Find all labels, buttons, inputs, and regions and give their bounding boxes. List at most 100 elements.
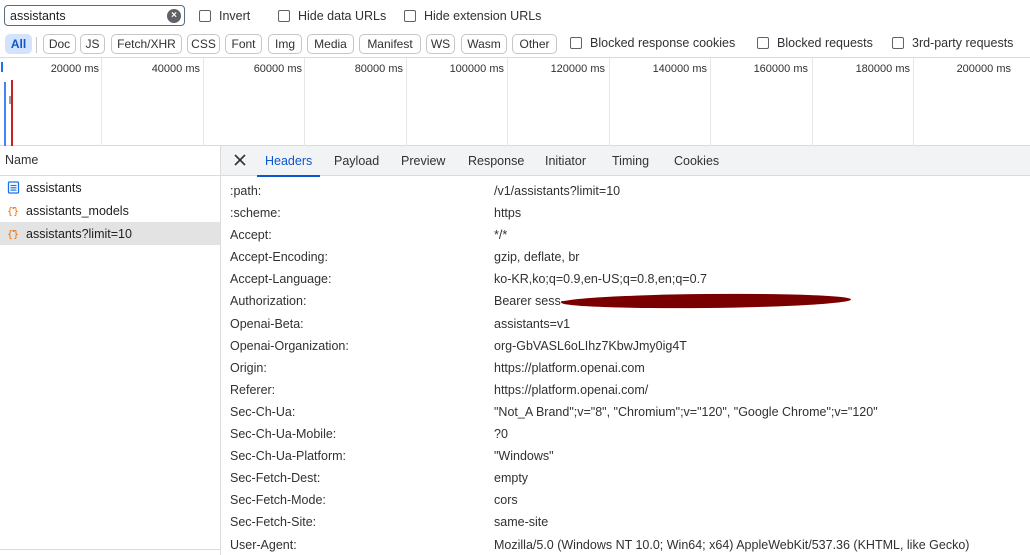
header-row: Sec-Ch-Ua-Mobile: ?0 bbox=[221, 424, 1030, 446]
header-value: assistants=v1 bbox=[494, 316, 571, 331]
divider bbox=[0, 549, 220, 550]
third-party-requests-checkbox[interactable]: 3rd-party requests bbox=[892, 36, 1013, 50]
filter-css-button[interactable]: CSS bbox=[187, 34, 220, 54]
tick-line bbox=[710, 58, 711, 146]
header-row: Accept-Encoding: gzip, deflate, br bbox=[221, 247, 1030, 269]
filter-all-button[interactable]: All bbox=[5, 34, 32, 54]
header-key: :scheme: bbox=[230, 206, 281, 221]
header-row: Sec-Fetch-Dest: empty bbox=[221, 468, 1030, 490]
request-row-assistants-models[interactable]: {} assistants_models bbox=[0, 199, 220, 222]
header-row: Openai-Beta: assistants=v1 bbox=[221, 314, 1030, 336]
filter-js-button[interactable]: JS bbox=[80, 34, 105, 54]
fetch-icon: {} bbox=[7, 227, 20, 241]
divider bbox=[36, 37, 37, 53]
blocked-requests-checkbox[interactable]: Blocked requests bbox=[757, 36, 873, 50]
blocked-response-cookies-checkbox[interactable]: Blocked response cookies bbox=[570, 36, 735, 50]
header-value: */* bbox=[494, 228, 508, 243]
tab-cookies[interactable]: Cookies bbox=[674, 146, 719, 176]
type-filter-bar: All Doc JS Fetch/XHR CSS Font Img Media … bbox=[0, 31, 1030, 57]
close-icon[interactable] bbox=[232, 152, 248, 168]
filter-wasm-button[interactable]: Wasm bbox=[461, 34, 507, 54]
tab-headers[interactable]: Headers bbox=[256, 146, 321, 177]
tick-line bbox=[609, 58, 610, 146]
tick-label: 60000 ms bbox=[253, 63, 302, 75]
filter-img-button[interactable]: Img bbox=[268, 34, 302, 54]
blocked-requests-label: Blocked requests bbox=[777, 36, 873, 50]
tick-label: 120000 ms bbox=[550, 63, 605, 75]
overview-request-bar bbox=[4, 82, 6, 146]
tick-label: 100000 ms bbox=[449, 63, 504, 75]
detail-tabbar: Headers Payload Preview Response Initiat… bbox=[221, 146, 1030, 177]
tab-preview[interactable]: Preview bbox=[401, 146, 445, 176]
header-key: Accept-Encoding: bbox=[230, 250, 328, 265]
tick-label: 180000 ms bbox=[855, 63, 910, 75]
filter-doc-button[interactable]: Doc bbox=[43, 34, 76, 54]
header-row: Referer: https://platform.openai.com/ bbox=[221, 380, 1030, 402]
tick-label: 200000 ms bbox=[956, 63, 1011, 75]
filter-manifest-button[interactable]: Manifest bbox=[359, 34, 421, 54]
header-row: User-Agent: Mozilla/5.0 (Windows NT 10.0;… bbox=[221, 535, 1030, 555]
tick-line bbox=[812, 58, 813, 146]
header-value: empty bbox=[494, 471, 529, 486]
tab-payload[interactable]: Payload bbox=[334, 146, 379, 176]
tab-timing[interactable]: Timing bbox=[612, 146, 649, 176]
tick-line bbox=[406, 58, 407, 146]
tick-line bbox=[507, 58, 508, 146]
tab-response[interactable]: Response bbox=[468, 146, 524, 176]
clear-filter-icon[interactable]: × bbox=[167, 9, 181, 23]
request-row-assistants[interactable]: assistants bbox=[0, 176, 220, 199]
header-row: Sec-Fetch-Site: same-site bbox=[221, 512, 1030, 534]
header-value: Bearer sess- bbox=[494, 294, 565, 309]
header-key: Sec-Fetch-Site: bbox=[230, 515, 317, 530]
overview-request-bar bbox=[9, 96, 11, 104]
header-row: Sec-Fetch-Mode: cors bbox=[221, 490, 1030, 512]
invert-checkbox[interactable]: Invert bbox=[199, 9, 250, 23]
filter-font-button[interactable]: Font bbox=[225, 34, 262, 54]
request-name: assistants?limit=10 bbox=[26, 226, 132, 241]
request-name: assistants_models bbox=[26, 203, 129, 218]
request-headers-list: :path: /v1/assistants?limit=10 :scheme: ht… bbox=[221, 181, 1030, 555]
header-row: :scheme: https bbox=[221, 203, 1030, 225]
header-value: ?0 bbox=[494, 427, 508, 442]
hide-extension-urls-checkbox[interactable]: Hide extension URLs bbox=[404, 9, 541, 23]
tick-line bbox=[304, 58, 305, 146]
overview-request-bar bbox=[1, 62, 3, 72]
tick-line bbox=[203, 58, 204, 146]
header-key: Openai-Organization: bbox=[230, 338, 349, 353]
header-key: Sec-Ch-Ua-Mobile: bbox=[230, 427, 337, 442]
hide-data-urls-checkbox[interactable]: Hide data URLs bbox=[278, 9, 386, 23]
checkbox-icon bbox=[199, 10, 211, 22]
tick-label: 20000 ms bbox=[50, 63, 99, 75]
header-value: Mozilla/5.0 (Windows NT 10.0; Win64; x64… bbox=[494, 537, 970, 552]
header-key: Referer: bbox=[230, 382, 276, 397]
tick-line bbox=[101, 58, 102, 146]
tick-label: 160000 ms bbox=[753, 63, 808, 75]
request-detail-panel: Headers Payload Preview Response Initiat… bbox=[221, 146, 1030, 555]
overview-request-bar bbox=[11, 80, 13, 146]
checkbox-icon bbox=[570, 37, 582, 49]
header-key: Origin: bbox=[230, 360, 267, 375]
header-key: Sec-Ch-Ua-Platform: bbox=[230, 449, 346, 464]
tick-label: 80000 ms bbox=[354, 63, 403, 75]
header-row: Accept: */* bbox=[221, 225, 1030, 247]
invert-label: Invert bbox=[219, 9, 251, 23]
filter-other-button[interactable]: Other bbox=[512, 34, 557, 54]
filter-fetch-xhr-button[interactable]: Fetch/XHR bbox=[111, 34, 182, 54]
name-column-header[interactable]: Name bbox=[0, 146, 220, 176]
header-key: Accept-Language: bbox=[230, 272, 332, 287]
header-row: Accept-Language: ko-KR,ko;q=0.9,en-US;q=0… bbox=[221, 269, 1030, 291]
header-value: cors bbox=[494, 493, 518, 508]
header-row: :path: /v1/assistants?limit=10 bbox=[221, 181, 1030, 203]
checkbox-icon bbox=[757, 37, 769, 49]
network-overview-timeline[interactable]: 20000 ms 40000 ms 60000 ms 80000 ms 1000… bbox=[0, 57, 1030, 146]
tick-label: 40000 ms bbox=[151, 63, 200, 75]
filter-ws-button[interactable]: WS bbox=[426, 34, 455, 54]
filter-media-button[interactable]: Media bbox=[307, 34, 354, 54]
header-value: org-GbVASL6oLIhz7KbwJmy0ig4T bbox=[494, 338, 687, 353]
fetch-icon: {} bbox=[7, 204, 20, 218]
hide-extension-urls-label: Hide extension URLs bbox=[424, 9, 542, 23]
request-row-assistants-limit[interactable]: {} assistants?limit=10 bbox=[0, 222, 220, 245]
header-row: Sec-Ch-Ua: "Not_A Brand";v="8", "Chromium… bbox=[221, 402, 1030, 424]
filter-input[interactable]: assistants × bbox=[4, 5, 185, 26]
tab-initiator[interactable]: Initiator bbox=[545, 146, 586, 176]
